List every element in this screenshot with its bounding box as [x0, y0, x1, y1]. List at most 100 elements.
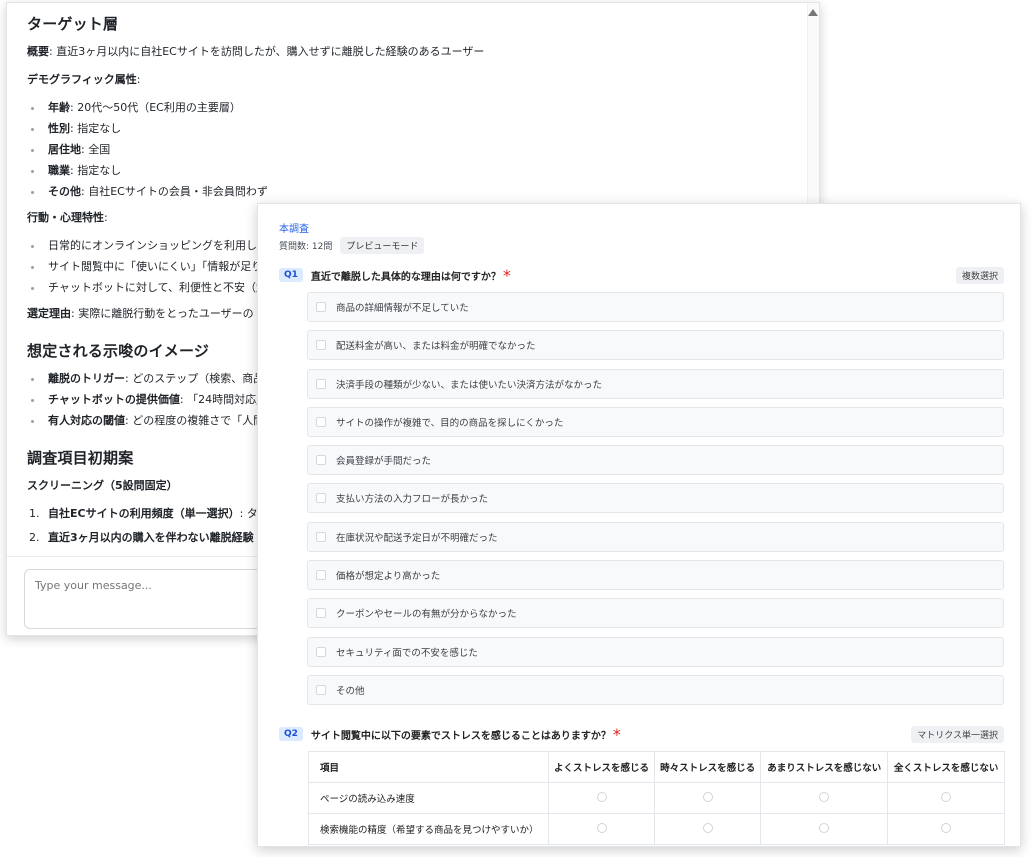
option-row[interactable]: 決済手段の種類が少ない、または使いたい決済方法がなかった: [307, 368, 1004, 399]
radio-button[interactable]: [819, 822, 830, 833]
reason-text: : 実際に離脱行動をとったユーザーの「: [71, 307, 265, 320]
checkbox[interactable]: [316, 378, 326, 389]
checkbox[interactable]: [316, 302, 326, 312]
reason-label: 選定理由: [27, 307, 71, 320]
option-label: クーポンやセールの有無が分からなかった: [336, 609, 517, 621]
checkbox[interactable]: [316, 416, 326, 427]
q2-matrix-table: 項目 よくストレスを感じる 時々ストレスを感じる あまりストレスを感じない 全く…: [308, 751, 1005, 845]
row-label: 検索機能の精度（希望する商品を見つけやすいか）: [308, 813, 549, 845]
survey-title[interactable]: 本調査: [279, 220, 309, 235]
item-text: : 全国: [81, 143, 111, 156]
overview: 概要: 直近3ヶ月以内に自社ECサイトを訪問したが、購入せずに離脱した経験のある…: [27, 44, 809, 60]
matrix-header-row: 項目 よくストレスを感じる 時々ストレスを感じる あまりストレスを感じない 全く…: [308, 751, 1005, 783]
item-number: 1.: [29, 507, 40, 520]
checkbox[interactable]: [316, 455, 326, 466]
option-label: 決済手段の種類が少ない、または使いたい決済方法がなかった: [336, 379, 603, 391]
matrix-cell: [547, 813, 656, 845]
checkbox[interactable]: [316, 531, 326, 542]
option-row[interactable]: 配送料金が高い、または料金が明確でなかった: [307, 330, 1004, 361]
row-label: ページの読み込み速度: [308, 782, 549, 814]
survey-meta: 質問数: 12問 プレビューモード: [279, 237, 425, 254]
option-label: その他: [336, 685, 365, 697]
option-label: 配送料金が高い、または料金が明確でなかった: [336, 341, 536, 353]
radio-button[interactable]: [941, 791, 952, 802]
item-label: 年齢: [48, 101, 70, 114]
item-text: : 指定なし: [70, 164, 122, 177]
option-label: 支払い方法の入力フローが長かった: [336, 494, 489, 506]
matrix-cell: [887, 782, 1005, 814]
question-number: Q1: [279, 268, 303, 282]
option-row[interactable]: 在庫状況や配送予定日が不明確だった: [307, 521, 1004, 552]
question-q1-header: Q1 直近で離脱した具体的な理由は何ですか？ * 複数選択: [279, 265, 1004, 285]
list-item: 性別: 指定なし: [27, 121, 809, 137]
scroll-up-arrow-icon[interactable]: [808, 9, 818, 16]
matrix-cell: [887, 813, 1005, 845]
option-label: サイトの操作が複雑で、目的の商品を探しにくかった: [336, 417, 564, 429]
matrix-cell: [654, 813, 762, 845]
option-row[interactable]: サイトの操作が複雑で、目的の商品を探しにくかった: [307, 406, 1004, 437]
checkbox[interactable]: [316, 684, 326, 695]
matrix-row: ページの読み込み速度: [308, 782, 1005, 814]
question-type-badge: 複数選択: [955, 267, 1004, 284]
list-item: 居住地: 全国: [27, 142, 809, 158]
checkbox[interactable]: [316, 608, 326, 619]
item-label: 居住地: [48, 143, 81, 156]
option-row[interactable]: その他: [307, 674, 1004, 705]
item-text: : 「24時間対応」: [179, 393, 268, 406]
checkbox[interactable]: [316, 646, 326, 657]
option-label: 会員登録が手間だった: [336, 456, 432, 468]
option-row[interactable]: クーポンやセールの有無が分からなかった: [307, 598, 1004, 629]
option-label: 商品の詳細情報が不足していた: [336, 303, 469, 314]
option-row[interactable]: 会員登録が手間だった: [307, 445, 1004, 476]
item-label: 性別: [48, 122, 70, 135]
option-row[interactable]: 商品の詳細情報が不足していた: [307, 292, 1004, 322]
q1-options: 商品の詳細情報が不足していた 配送料金が高い、または料金が明確でなかった 決済手…: [307, 292, 1004, 713]
radio-button[interactable]: [819, 791, 830, 802]
checkbox[interactable]: [316, 493, 326, 504]
radio-button[interactable]: [941, 822, 952, 833]
question-count: 質問数: 12問: [279, 242, 333, 252]
checkbox[interactable]: [316, 340, 326, 351]
screening-label: スクリーニング（5設問固定）: [27, 479, 178, 492]
column-header: あまりストレスを感じない: [760, 751, 889, 783]
option-row[interactable]: 支払い方法の入力フローが長かった: [307, 483, 1004, 514]
radio-button[interactable]: [596, 822, 607, 833]
overview-text: : 直近3ヶ月以内に自社ECサイトを訪問したが、購入せずに離脱した経験のあるユー…: [49, 45, 485, 58]
demographics-heading: デモグラフィック属性:: [27, 73, 141, 86]
question-text: 直近で離脱した具体的な理由は何ですか？: [310, 271, 501, 283]
question-type-badge: マトリクス単一選択: [911, 726, 1004, 743]
option-label: 在庫状況や配送予定日が不明確だった: [336, 532, 498, 544]
option-row[interactable]: 価格が想定より高かった: [307, 560, 1004, 591]
heading-target: ターゲット層: [27, 15, 119, 33]
item-text: : 自社ECサイトの会員・非会員問わず: [81, 185, 268, 198]
radio-button[interactable]: [702, 822, 713, 833]
list-item: 年齢: 20代〜50代（EC利用の主要層）: [27, 100, 809, 116]
matrix-cell: [547, 782, 656, 814]
matrix-cell: [654, 782, 762, 814]
item-label: 直近3ヶ月以内の購入を伴わない離脱経験（: [48, 531, 265, 544]
item-label: チャットボットの提供価値: [48, 393, 180, 406]
item-text: : 指定なし: [70, 122, 122, 135]
preview-mode-badge: プレビューモード: [340, 237, 425, 254]
item-label: 自社ECサイトの利用頻度（単一選択）: [48, 507, 240, 520]
column-header: 項目: [308, 751, 549, 783]
option-row[interactable]: セキュリティ面での不安を感じた: [307, 636, 1004, 667]
option-label: セキュリティ面での不安を感じた: [336, 647, 478, 659]
item-number: 2.: [29, 531, 40, 544]
behavior-label: 行動・心理特性: [27, 211, 104, 224]
required-mark: *: [502, 265, 511, 285]
item-label: 職業: [48, 164, 70, 177]
option-label: 価格が想定より高かった: [336, 571, 441, 583]
question-text: サイト閲覧中に以下の要素でストレスを感じることはありますか？: [310, 730, 611, 742]
item-text: : 20代〜50代（EC利用の主要層）: [70, 101, 241, 114]
overview-label: 概要: [27, 45, 49, 58]
radio-button[interactable]: [596, 791, 607, 802]
demographics-label: デモグラフィック属性: [27, 73, 137, 86]
checkbox[interactable]: [316, 570, 326, 581]
item-label: 離脱のトリガー: [48, 372, 125, 385]
item-text: : どの程度の複雑さで「人間: [125, 414, 265, 427]
radio-button[interactable]: [702, 791, 713, 802]
item-label: その他: [48, 185, 81, 198]
column-header: 時々ストレスを感じる: [654, 751, 762, 783]
column-header: 全くストレスを感じない: [887, 751, 1005, 783]
